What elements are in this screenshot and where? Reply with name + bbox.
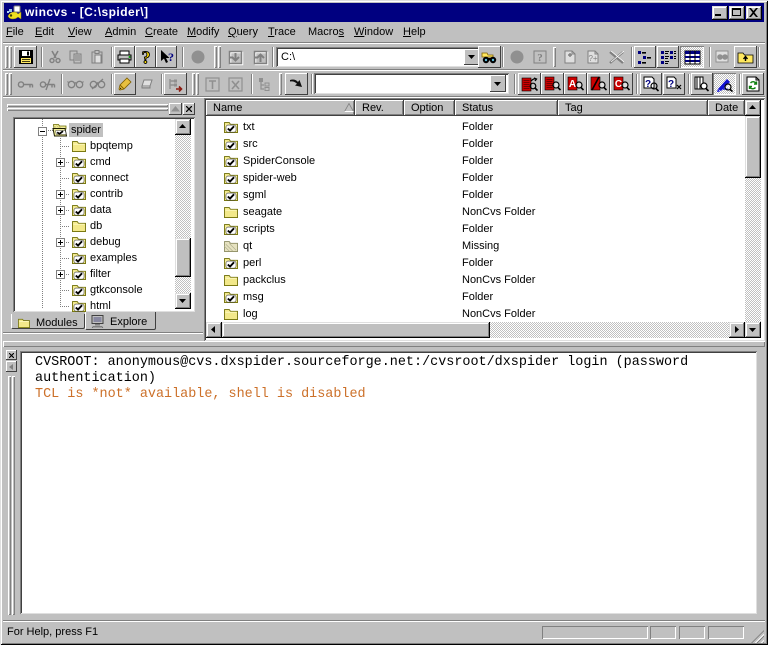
- svg-text:?: ?: [537, 52, 543, 64]
- svg-text:?+: ?+: [588, 54, 597, 63]
- svg-text:C: C: [615, 79, 622, 90]
- svg-text:?: ?: [168, 50, 174, 64]
- svg-text:?: ?: [645, 79, 651, 90]
- svg-text:A: A: [569, 79, 576, 90]
- svg-text:?: ?: [668, 79, 674, 90]
- svg-text:?: ?: [141, 49, 150, 66]
